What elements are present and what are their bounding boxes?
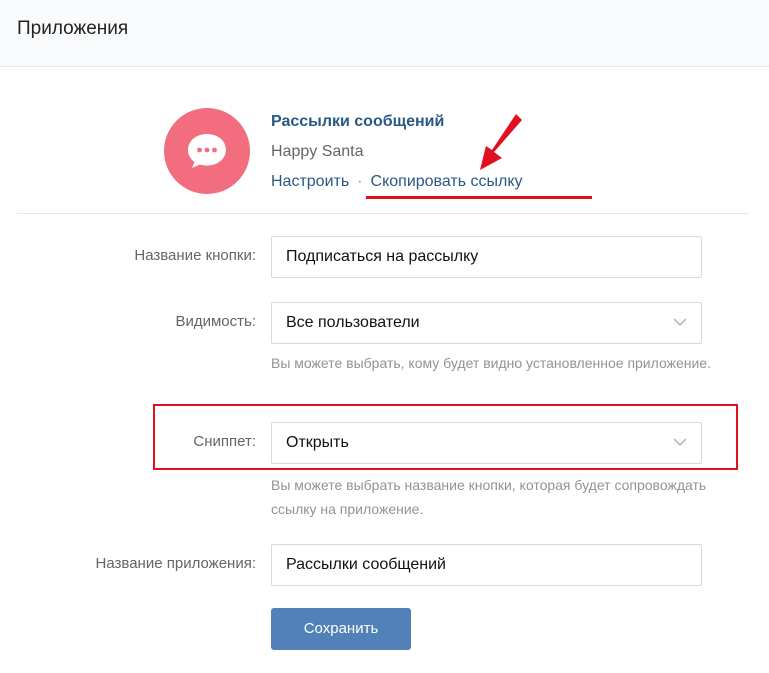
chevron-down-icon xyxy=(673,438,687,447)
app-name-label: Название приложения: xyxy=(95,555,256,572)
snippet-value: Открыть xyxy=(286,434,349,451)
app-author: Happy Santa xyxy=(271,143,364,160)
message-bubble-icon xyxy=(188,134,226,168)
button-name-input[interactable]: Подписаться на рассылку xyxy=(271,236,702,278)
red-arrow-icon xyxy=(480,114,522,170)
panel-header: Приложения xyxy=(0,0,769,67)
snippet-hint: Вы можете выбрать название кнопки, котор… xyxy=(271,477,707,517)
visibility-select[interactable]: Все пользователи xyxy=(271,302,702,344)
chevron-down-icon xyxy=(673,318,687,327)
app-avatar xyxy=(164,108,250,194)
app-links: Настроить · Скопировать ссылку xyxy=(271,173,523,191)
link-separator: · xyxy=(357,173,363,190)
section-divider xyxy=(17,213,749,214)
visibility-hint: Вы можете выбрать, кому будет видно уста… xyxy=(271,355,711,371)
annotation-underline xyxy=(366,196,592,199)
app-title: Рассылки сообщений xyxy=(271,113,445,130)
snippet-label: Сниппет: xyxy=(193,433,256,450)
visibility-label: Видимость: xyxy=(175,313,256,330)
snippet-select[interactable]: Открыть xyxy=(271,422,702,464)
copy-link[interactable]: Скопировать ссылку xyxy=(371,173,523,190)
configure-link[interactable]: Настроить xyxy=(271,173,349,190)
page-title: Приложения xyxy=(17,18,129,39)
visibility-value: Все пользователи xyxy=(286,314,420,331)
app-settings-panel: Приложения Рассылки сообщений Happy Sant… xyxy=(0,0,769,673)
button-name-label: Название кнопки: xyxy=(134,247,256,264)
app-name-input[interactable]: Рассылки сообщений xyxy=(271,544,702,586)
save-button[interactable]: Сохранить xyxy=(271,608,411,650)
